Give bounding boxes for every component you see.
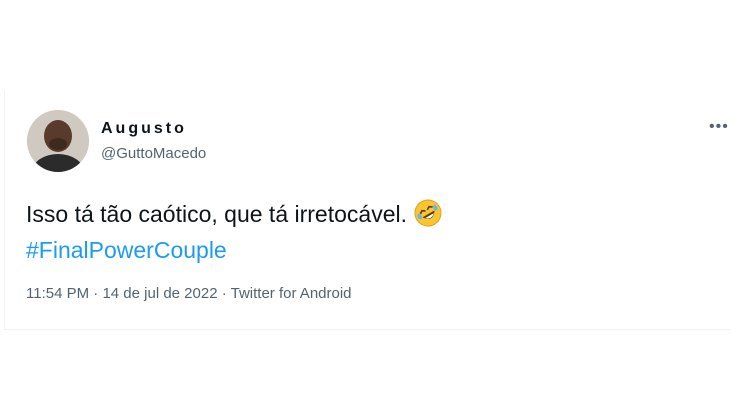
tweet-card: Augusto @GuttoMacedo ••• Isso tá tão caó… xyxy=(4,90,730,330)
separator: · xyxy=(221,285,227,302)
tweet-text: Isso tá tão caótico, que tá irretocável.… xyxy=(26,196,706,268)
tweet-metadata: 11:54 PM · 14 de jul de 2022 · Twitter f… xyxy=(26,285,352,302)
author-handle[interactable]: @GuttoMacedo xyxy=(101,145,206,162)
more-options-icon[interactable]: ••• xyxy=(709,118,729,136)
tweet-source[interactable]: Twitter for Android xyxy=(231,285,352,302)
separator: · xyxy=(93,285,99,302)
tweet-body: Isso tá tão caótico, que tá irretocável. xyxy=(26,201,407,227)
tweet-time[interactable]: 11:54 PM xyxy=(26,285,89,302)
hashtag-link[interactable]: #FinalPowerCouple xyxy=(26,237,227,263)
tweet-date[interactable]: 14 de jul de 2022 xyxy=(102,285,217,302)
user-avatar-icon xyxy=(27,110,89,172)
rolling-laughing-emoji-icon xyxy=(414,199,442,227)
author-display-name[interactable]: Augusto xyxy=(101,120,187,138)
avatar[interactable] xyxy=(27,110,89,172)
